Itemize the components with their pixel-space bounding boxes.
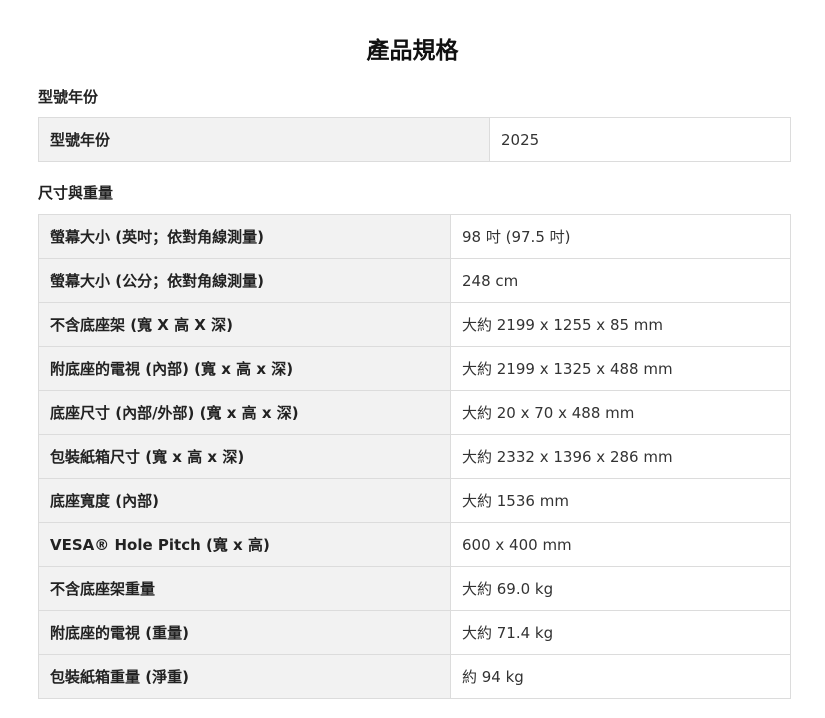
spec-value: 大約 2199 x 1325 x 488 mm — [450, 346, 791, 391]
table-row: 包裝紙箱尺寸 (寬 x 高 x 深) 大約 2332 x 1396 x 286 … — [38, 434, 791, 479]
section-heading-dimensions-weight: 尺寸與重量 — [38, 184, 114, 202]
spec-label: 附底座的電視 (重量) — [38, 610, 451, 655]
spec-value: 98 吋 (97.5 吋) — [450, 214, 791, 259]
spec-label: 型號年份 — [38, 117, 490, 162]
spec-value: 大約 71.4 kg — [450, 610, 791, 655]
table-row: 附底座的電視 (重量) 大約 71.4 kg — [38, 610, 791, 655]
spec-value: 大約 2199 x 1255 x 85 mm — [450, 302, 791, 347]
spec-label: 包裝紙箱重量 (淨重) — [38, 654, 451, 699]
spec-value: 大約 2332 x 1396 x 286 mm — [450, 434, 791, 479]
spec-label: 螢幕大小 (英吋；依對角線測量) — [38, 214, 451, 259]
spec-label: 底座寬度 (內部) — [38, 478, 451, 523]
table-row: 不含底座架重量 大約 69.0 kg — [38, 566, 791, 611]
spec-label: 附底座的電視 (內部) (寬 x 高 x 深) — [38, 346, 451, 391]
spec-value: 大約 1536 mm — [450, 478, 791, 523]
spec-label: 底座尺寸 (內部/外部) (寬 x 高 x 深) — [38, 390, 451, 435]
spec-value: 大約 20 x 70 x 488 mm — [450, 390, 791, 435]
spec-label: 不含底座架重量 — [38, 566, 451, 611]
table-row: 螢幕大小 (英吋；依對角線測量) 98 吋 (97.5 吋) — [38, 214, 791, 259]
spec-label: VESA® Hole Pitch (寬 x 高) — [38, 522, 451, 567]
spec-value: 約 94 kg — [450, 654, 791, 699]
spec-value: 2025 — [489, 117, 791, 162]
table-row: 底座尺寸 (內部/外部) (寬 x 高 x 深) 大約 20 x 70 x 48… — [38, 390, 791, 435]
page-title: 產品規格 — [366, 38, 459, 64]
table-row: 附底座的電視 (內部) (寬 x 高 x 深) 大約 2199 x 1325 x… — [38, 346, 791, 391]
spec-label: 螢幕大小 (公分；依對角線測量) — [38, 258, 451, 303]
spec-label: 包裝紙箱尺寸 (寬 x 高 x 深) — [38, 434, 451, 479]
section-heading-model-year: 型號年份 — [38, 88, 99, 106]
spec-value: 600 x 400 mm — [450, 522, 791, 567]
table-row: 螢幕大小 (公分；依對角線測量) 248 cm — [38, 258, 791, 303]
table-row: 型號年份 2025 — [38, 117, 791, 162]
model-year-table: 型號年份 2025 — [38, 117, 791, 162]
spec-label: 不含底座架 (寬 X 高 X 深) — [38, 302, 451, 347]
table-row: 包裝紙箱重量 (淨重) 約 94 kg — [38, 654, 791, 699]
spec-value: 248 cm — [450, 258, 791, 303]
table-row: 不含底座架 (寬 X 高 X 深) 大約 2199 x 1255 x 85 mm — [38, 302, 791, 347]
spec-value: 大約 69.0 kg — [450, 566, 791, 611]
dimensions-weight-table: 螢幕大小 (英吋；依對角線測量) 98 吋 (97.5 吋) 螢幕大小 (公分；… — [38, 214, 791, 699]
table-row: 底座寬度 (內部) 大約 1536 mm — [38, 478, 791, 523]
table-row: VESA® Hole Pitch (寬 x 高) 600 x 400 mm — [38, 522, 791, 567]
